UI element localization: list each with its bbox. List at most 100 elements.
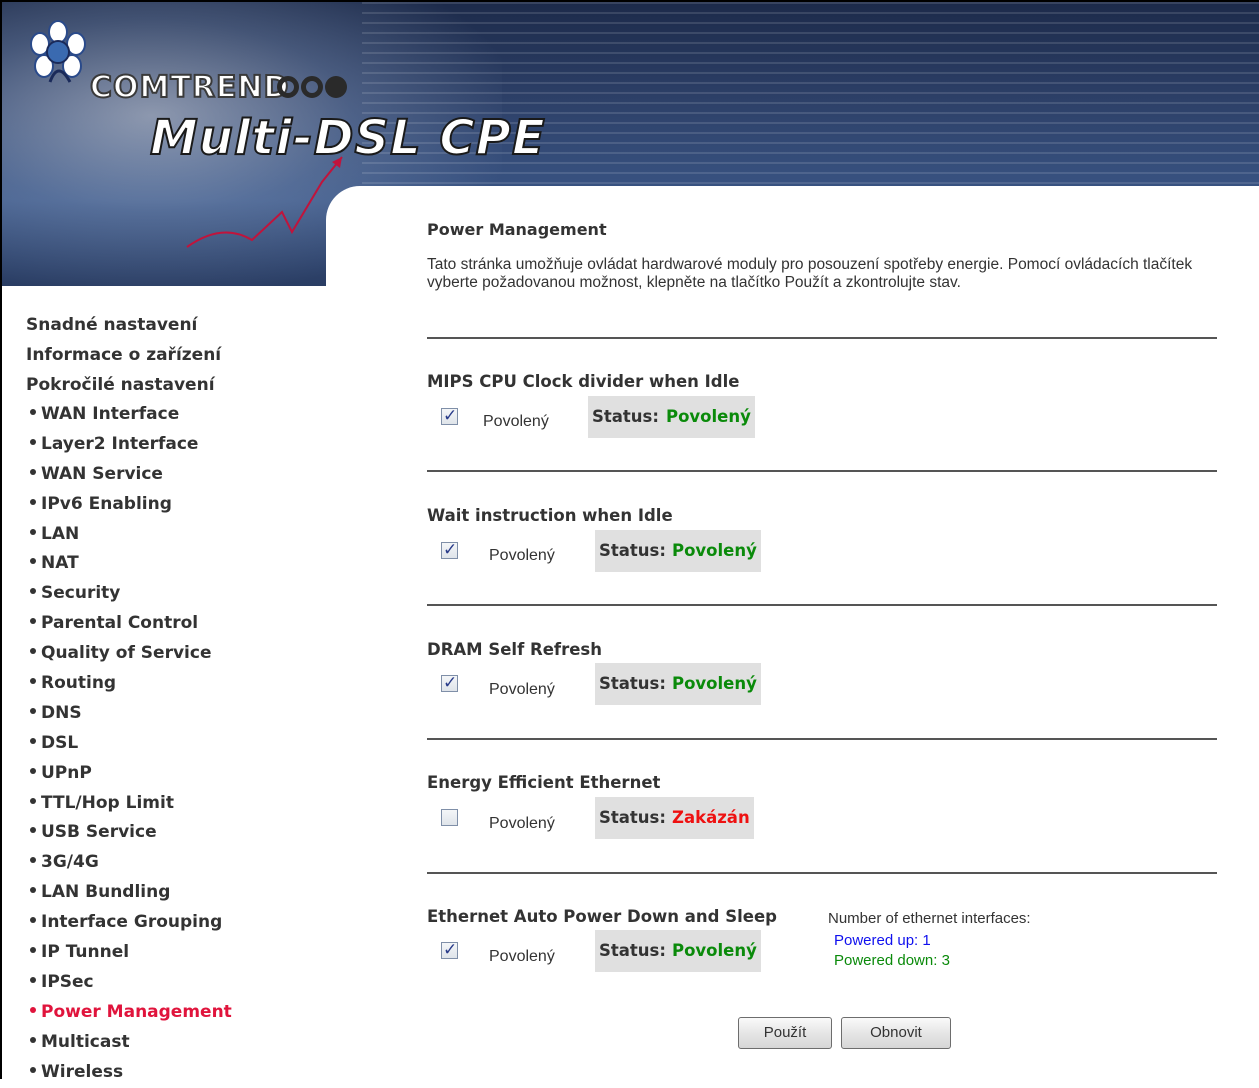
- sidebar-item-label: Routing: [41, 673, 117, 694]
- sidebar-item-label: UPnP: [41, 762, 92, 783]
- bullet-icon: [30, 917, 36, 924]
- sidebar-item-upnp[interactable]: UPnP: [26, 759, 326, 789]
- bullet-icon: [30, 498, 36, 505]
- separator: [427, 872, 1217, 874]
- sidebar-item-label: Layer2 Interface: [41, 433, 199, 454]
- checkmark-icon: ✓: [443, 940, 458, 960]
- main-panel: [326, 186, 1259, 1079]
- bullet-icon: [30, 409, 36, 415]
- sidebar-item-label: Interface Grouping: [41, 912, 223, 933]
- sidebar-item-routing[interactable]: Routing: [26, 669, 326, 699]
- bullet-icon: [30, 678, 36, 685]
- sidebar-item-label: LAN: [41, 523, 80, 544]
- eee-status-key: Status:: [595, 797, 670, 839]
- eee-status-value: Zakázán: [668, 797, 754, 839]
- section-title-dram: DRAM Self Refresh: [427, 640, 602, 659]
- sidebar-item-parental-control[interactable]: Parental Control: [26, 609, 326, 639]
- eee-enable-checkbox[interactable]: [441, 809, 458, 826]
- mips-enable-label: Povolený: [483, 413, 549, 430]
- sidebar-item-lan-bundling[interactable]: LAN Bundling: [26, 878, 326, 908]
- sidebar-item-dns[interactable]: DNS: [26, 699, 326, 729]
- apply-button[interactable]: Použít: [738, 1017, 832, 1049]
- brand-circles-icon: [277, 76, 349, 98]
- content-area: Power Management Tato stránka umožňuje o…: [427, 210, 1227, 292]
- sidebar-item-quality-of-service[interactable]: Quality of Service: [26, 639, 326, 669]
- eth-apd-enable-checkbox[interactable]: ✓: [441, 940, 458, 960]
- bullet-icon: [30, 618, 36, 625]
- sidebar-item-ip-tunnel[interactable]: IP Tunnel: [26, 938, 326, 968]
- sidebar-item-layer2-interface[interactable]: Layer2 Interface: [26, 430, 326, 460]
- refresh-button[interactable]: Obnovit: [841, 1017, 951, 1049]
- sidebar-item-ipsec[interactable]: IPSec: [26, 968, 326, 998]
- section-title-wait: Wait instruction when Idle: [427, 506, 673, 525]
- sidebar-item-label: WAN Interface: [41, 404, 180, 424]
- checkmark-icon: ✓: [443, 540, 458, 560]
- page-title: Power Management: [427, 220, 607, 239]
- mips-enable-checkbox[interactable]: ✓: [441, 406, 458, 426]
- wait-status-value: Povolený: [668, 530, 761, 572]
- dram-enable-label: Povolený: [489, 681, 555, 698]
- bullet-icon: [30, 737, 36, 744]
- mips-status-key: Status:: [588, 396, 663, 438]
- sidebar-item-interface-grouping[interactable]: Interface Grouping: [26, 908, 326, 938]
- sidebar-item-snadne-nastaveni[interactable]: Snadné nastavení: [26, 310, 326, 340]
- sidebar-item-label: DSL: [41, 732, 79, 753]
- bullet-icon: [30, 1066, 36, 1073]
- bullet-icon: [30, 857, 36, 864]
- bullet-icon: [30, 1036, 36, 1043]
- sidebar-item-ttl-hop-limit[interactable]: TTL/Hop Limit: [26, 789, 326, 819]
- sidebar-item-label: WAN Service: [41, 463, 163, 484]
- comtrend-logo-icon: [30, 20, 86, 83]
- sidebar-item-power-management[interactable]: Power Management: [26, 998, 326, 1028]
- sidebar-item-security[interactable]: Security: [26, 579, 326, 609]
- bullet-icon: [30, 1006, 36, 1013]
- sidebar-item-3g-4g[interactable]: 3G/4G: [26, 848, 326, 878]
- checkmark-icon: ✓: [443, 673, 458, 693]
- bullet-icon: [30, 648, 36, 655]
- bullet-icon: [30, 588, 36, 595]
- sidebar-item-lan[interactable]: LAN: [26, 520, 326, 550]
- section-title-eee: Energy Efficient Ethernet: [427, 773, 661, 792]
- mips-status-value: Povolený: [662, 396, 755, 438]
- separator: [427, 738, 1217, 740]
- eee-enable-label: Povolený: [489, 815, 555, 832]
- sidebar-item-label: Parental Control: [41, 613, 199, 634]
- sidebar-item-label: IPv6 Enabling: [41, 493, 172, 514]
- page-description: Tato stránka umožňuje ovládat hardwarové…: [427, 256, 1193, 291]
- sidebar-item-informace-o-zarizeni[interactable]: Informace o zařízení: [26, 340, 326, 370]
- sidebar-item-label: TTL/Hop Limit: [41, 792, 174, 813]
- sidebar-item-label: Power Management: [41, 1001, 232, 1022]
- eth-powered-down: Powered down: 3: [834, 952, 950, 969]
- sidebar-item-multicast[interactable]: Multicast: [26, 1028, 326, 1058]
- sidebar-item-label: 3G/4G: [41, 852, 99, 873]
- bullet-icon: [30, 976, 36, 983]
- sidebar-item-label: Multicast: [41, 1031, 130, 1052]
- eth-apd-enable-label: Povolený: [489, 948, 555, 965]
- sidebar-item-dsl[interactable]: DSL: [26, 729, 326, 759]
- sidebar-item-label: DNS: [41, 702, 82, 723]
- sidebar-item-usb-service[interactable]: USB Service: [26, 818, 326, 848]
- bullet-icon: [30, 767, 36, 774]
- bullet-icon: [30, 558, 36, 565]
- wait-enable-label: Povolený: [489, 547, 555, 564]
- sidebar-item-nat[interactable]: NAT: [26, 549, 326, 579]
- wait-enable-checkbox[interactable]: ✓: [441, 540, 458, 560]
- dram-status-value: Povolený: [668, 663, 761, 705]
- sidebar-item-label: IPSec: [41, 971, 94, 992]
- sidebar-item-wireless[interactable]: Wireless: [26, 1058, 326, 1088]
- sidebar-item-wan-service[interactable]: WAN Service: [26, 460, 326, 490]
- eth-interfaces-count-label: Number of ethernet interfaces:: [828, 910, 1031, 927]
- dram-enable-checkbox[interactable]: ✓: [441, 673, 458, 693]
- sidebar-item-wan-interface[interactable]: WAN Interface: [26, 400, 326, 430]
- separator: [427, 337, 1217, 339]
- bullet-icon: [30, 947, 36, 954]
- eth-apd-status-value: Povolený: [668, 930, 761, 972]
- bullet-icon: [30, 528, 36, 535]
- bullet-icon: [30, 797, 36, 804]
- bullet-icon: [30, 707, 36, 714]
- sidebar-item-label: LAN Bundling: [41, 882, 171, 903]
- sidebar-item-label: USB Service: [41, 822, 157, 843]
- sidebar-item-ipv6-enabling[interactable]: IPv6 Enabling: [26, 490, 326, 520]
- eth-apd-status-key: Status:: [595, 930, 670, 972]
- sidebar-item-pokrocile-nastaveni[interactable]: Pokročilé nastavení: [26, 370, 326, 400]
